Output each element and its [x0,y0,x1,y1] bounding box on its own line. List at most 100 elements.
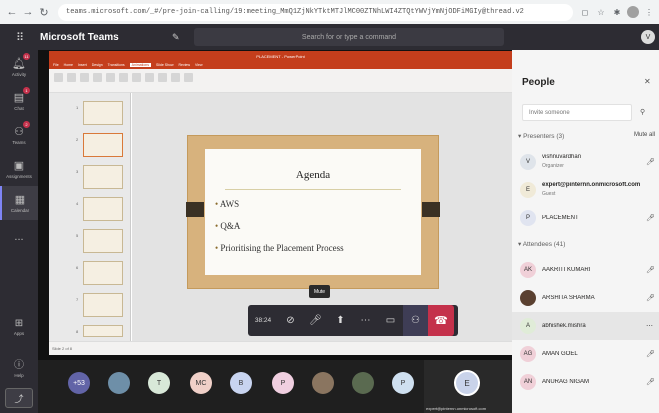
chat-badge: 1 [23,87,30,94]
app-title: Microsoft Teams [40,31,119,43]
profile-avatar[interactable] [627,6,639,18]
participant-row[interactable]: ARSHITA SHARMA 🎤︎ [512,284,659,312]
extension-icon[interactable]: ◻ [579,6,591,18]
app-rail: 🔔︎ Activity 11 ▤ Chat 1 ⚇ Teams 2 ▣ Assi… [0,50,38,413]
rail-item-help[interactable]: ⓘ Help [0,356,38,378]
slide-thumbnail-selected [83,133,123,157]
slide-bullet: AWS [215,199,239,209]
teams-icon: ⚇ [14,126,24,138]
hang-up-button[interactable]: ☎ [428,305,454,336]
puzzle-icon[interactable]: ✱ [611,6,623,18]
more-actions-icon[interactable]: ⋯ [353,305,378,336]
participant-avatar[interactable]: P [272,372,294,394]
participant-avatar: P [520,210,536,226]
ppt-tab-active: Animations [129,63,151,67]
participant-row[interactable]: V vishnuvardhan Organizer 🎤︎ [512,148,659,176]
forward-icon[interactable]: → [20,4,36,20]
share-screen-icon[interactable]: ⬆ [328,305,353,336]
participant-avatar[interactable]: T [148,372,170,394]
search-input[interactable]: Search for or type a command [194,28,504,46]
slide-thumbnail [83,165,123,189]
overflow-participants[interactable]: +53 [68,372,90,394]
participant-name: AMAN GOEL [542,351,578,357]
activity-badge: 11 [23,53,30,60]
call-controls: 38:24 ⊘ 🎤︎ ⬆ ⋯ ▭ ⚇ ☎ [248,305,458,336]
mute-all-button[interactable]: Mute all [634,132,655,138]
ppt-tab: Design [91,63,103,67]
close-icon[interactable]: ✕ [644,77,651,86]
user-avatar[interactable]: V [641,30,655,44]
mic-off-icon[interactable]: 🎤︎ [303,305,328,336]
chat-toggle-icon[interactable]: ▭ [378,305,403,336]
slide-divider [225,189,401,190]
participant-row[interactable]: E expert@pinternn.onmicrosoft.com Guest [512,176,659,204]
ribbon-button [119,73,128,82]
participant-row[interactable]: AK AAKRITI KUMARI 🎤︎ [512,256,659,284]
reload-icon[interactable]: ↻ [36,4,52,20]
share-invite-icon[interactable]: ⚲ [640,108,645,116]
feedback-button[interactable]: ⤴ [5,388,33,408]
participant-avatar[interactable] [108,372,130,394]
teams-header: ⠿ Microsoft Teams ✎ Search for or type a… [0,24,659,50]
compose-icon[interactable]: ✎ [172,32,190,43]
participant-avatar[interactable] [312,372,334,394]
menu-icon[interactable]: ⋮ [643,6,655,18]
participant-avatar: AN [520,374,536,390]
slide-content: Agenda AWS Q&A Prioritising the Placemen… [205,149,421,275]
apps-icon: ⊞ [14,318,24,329]
mic-off-icon: 🎤︎ [646,295,655,302]
rail-item-teams[interactable]: ⚇ Teams 2 [0,118,38,152]
participant-strip: +53 T MC B P P E expert@pinternn.onmicro… [38,360,512,413]
slide-thumbnail [83,325,123,337]
ppt-tab: Insert [77,63,87,67]
participant-avatar: E [520,182,536,198]
mic-off-icon: 🎤︎ [646,215,655,222]
rail-item-calendar[interactable]: ▦ Calendar [0,186,38,220]
address-bar[interactable]: teams.microsoft.com/_#/pre-join-calling/… [58,3,573,21]
participant-row[interactable]: AG AMAN GOEL 🎤︎ [512,340,659,368]
slide-thumbnail [83,261,123,285]
participant-avatar: AG [520,346,536,362]
participant-row[interactable]: A abhishek.mishra ⋯ [512,312,659,340]
participant-avatar: V [520,154,536,170]
screen: ← → ↻ teams.microsoft.com/_#/pre-join-ca… [0,0,659,413]
ribbon-button [80,73,89,82]
ppt-ribbon-tabs: File Home Insert Design Transitions Anim… [49,61,512,69]
mic-off-icon: 🎤︎ [646,159,655,166]
chat-icon: ▤ [13,92,25,104]
rail-item-chat[interactable]: ▤ Chat 1 [0,84,38,118]
participants-icon[interactable]: ⚇ [403,305,428,336]
ppt-tab: View [194,63,203,67]
participant-avatar[interactable] [352,372,374,394]
participant-row[interactable]: AN ANURAG NIGAM 🎤︎ [512,368,659,396]
slide-bullet: Prioritising the Placement Process [215,243,343,253]
slide-decoration [422,202,440,217]
rail-item-more[interactable]: ... [0,220,38,254]
more-options-icon[interactable]: ⋯ [646,322,653,330]
participant-avatar[interactable]: B [230,372,252,394]
presenters-header[interactable]: ▾ Presenters (3) [518,132,564,140]
slide-editor: Agenda AWS Q&A Prioritising the Placemen… [132,93,512,341]
ribbon-button [67,73,76,82]
participant-avatar[interactable]: MC [190,372,212,394]
ribbon-button [158,73,167,82]
participant-avatar[interactable]: P [392,372,414,394]
invite-input[interactable]: Invite someone [522,104,632,121]
star-icon[interactable]: ☆ [595,6,607,18]
ribbon-button [106,73,115,82]
pane-title: People [522,77,555,88]
rail-item-assignments[interactable]: ▣ Assignments [0,152,38,186]
participant-name: PLACEMENT [542,215,579,221]
camera-off-icon[interactable]: ⊘ [278,305,303,336]
slide-thumbnails: 1 2 3 4 5 6 7 8 [49,93,131,341]
ribbon-button [54,73,63,82]
back-icon[interactable]: ← [4,4,20,20]
participant-row[interactable]: P PLACEMENT 🎤︎ [512,204,659,232]
slide-thumbnail [83,229,123,253]
slide-bullet: Q&A [215,221,240,231]
rail-item-apps[interactable]: ⊞ Apps [0,318,38,336]
app-launcher-icon[interactable]: ⠿ [0,24,40,50]
ppt-tab: File [53,63,59,67]
attendees-header[interactable]: ▾ Attendees (41) [518,240,565,248]
rail-item-activity[interactable]: 🔔︎ Activity 11 [0,50,38,84]
